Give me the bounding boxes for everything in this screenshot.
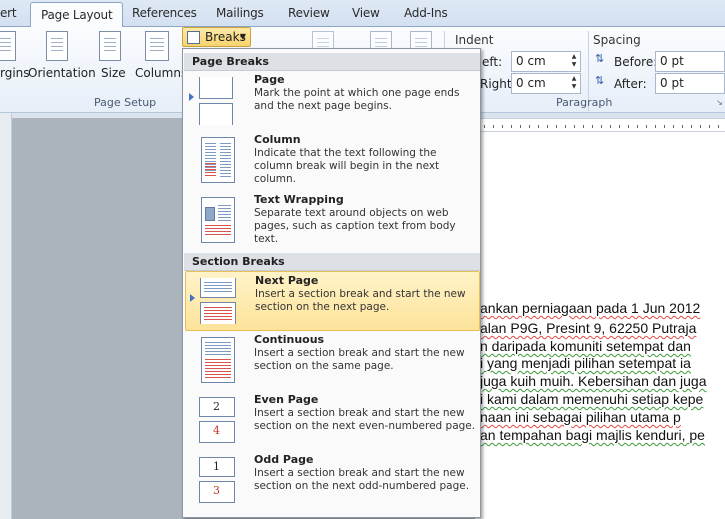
spacing-label: Spacing [593,33,641,47]
indent-left-value: 0 cm [516,54,546,68]
breaks-button[interactable]: Breaks ▼ [182,27,251,47]
menu-item-description: Insert a section break and start the new… [255,288,466,313]
arrow-icon [190,294,195,302]
menu-item-description: Separate text around objects on web page… [254,207,456,245]
tab-view[interactable]: View [352,6,380,20]
menu-item-title: Continuous [254,333,325,346]
menu-item-description: Insert a section break and start the new… [254,347,465,372]
menu-item-column-break[interactable]: Column Indicate that the text following … [185,131,480,191]
spinner-icon[interactable]: ▲ ▼ [569,75,579,91]
breaks-icon [187,31,200,44]
document-text-line: naan ini sebagai pilihan utama p [480,409,681,425]
even-page-icon: 2 4 [197,397,237,443]
vertical-ruler[interactable] [0,113,12,519]
menu-item-continuous[interactable]: Continuous Insert a section break and st… [185,331,480,391]
spinner-icon[interactable]: ▲ ▼ [569,53,579,69]
menu-item-odd-page[interactable]: 1 3 Odd Page Insert a section break and … [185,451,480,511]
tab-page-layout[interactable]: Page Layout [30,2,124,28]
tab-insert[interactable]: ert [0,6,17,20]
size-icon [99,31,121,61]
page-number-label: 2 [213,400,220,413]
document-text-line: an tempahan bagi majlis kenduri, pe [480,427,705,443]
size-button[interactable]: Size [101,66,126,80]
menu-item-title: Page [254,73,285,86]
spacing-after-value: 0 pt [660,76,684,90]
menu-item-description: Indicate that the text following the col… [254,147,440,185]
breaks-dropdown-menu: Page Breaks Page Mark the point at which… [182,48,481,518]
document-text-line: juga kuih muih. Kebersihan dan juga [480,373,707,389]
document-text-line: ankan perniagaan pada 1 Jun 2012 [480,300,701,316]
spacing-after-label: After: [614,77,647,91]
menu-item-title: Odd Page [254,453,314,466]
document-text-line: n daripada komuniti setempat dan [480,338,691,354]
document-text-line: i yang menjadi pilihan setempat ia [480,355,691,371]
menu-item-title: Next Page [255,274,319,287]
spacing-before-value: 0 pt [660,54,684,68]
menu-item-text-wrapping-break[interactable]: Text Wrapping Separate text around objec… [185,191,480,251]
page-number-label: 1 [213,460,220,473]
document-text-line: i kami dalam memenuhi setiap kepe [480,391,704,407]
menu-item-even-page[interactable]: 2 4 Even Page Insert a section break and… [185,391,480,451]
spacing-after-icon: ⇅ [595,74,605,87]
spacing-before-label: Before: [614,55,658,69]
indent-left-label: eft: [482,55,503,69]
indent-label: Indent [455,33,494,47]
dialog-launcher-icon[interactable]: ↘ [716,98,723,107]
menu-item-description: Mark the point at which one page ends an… [254,87,460,112]
tab-review[interactable]: Review [288,6,330,20]
page-number-label: 4 [213,424,220,437]
indent-left-field[interactable]: 0 cm ▲ ▼ [511,51,581,72]
ribbon-tab-bar: ert Page Layout References Mailings Revi… [0,0,725,28]
margins-button[interactable]: rgins [0,66,30,80]
menu-item-page-break[interactable]: Page Mark the point at which one page en… [185,71,480,131]
odd-page-icon: 1 3 [197,457,237,503]
tab-add-ins[interactable]: Add-Ins [404,6,448,20]
section-breaks-header: Section Breaks [184,253,480,271]
spacing-after-field[interactable]: 0 pt [655,73,725,94]
orientation-button[interactable]: Orientation [28,66,96,80]
continuous-icon [197,337,237,383]
chevron-down-icon: ▼ [239,32,246,41]
horizontal-ruler[interactable] [475,118,725,132]
menu-item-description: Insert a section break and start the new… [254,407,476,432]
menu-item-description: Insert a section break and start the new… [254,467,470,492]
document-text-line: alan P9G, Presint 9, 62250 Putraja [480,320,697,336]
menu-item-title: Even Page [254,393,319,406]
spacing-before-icon: ⇅ [595,52,605,65]
menu-item-next-page[interactable]: Next Page Insert a section break and sta… [185,271,480,331]
menu-item-title: Column [254,133,301,146]
page-breaks-header: Page Breaks [184,53,480,71]
spacing-before-field[interactable]: 0 pt [655,51,725,72]
tab-mailings[interactable]: Mailings [216,6,264,20]
columns-button[interactable]: Columns [135,66,187,80]
text-wrapping-icon [197,197,237,243]
paragraph-group-label: Paragraph [556,96,613,109]
tab-references[interactable]: References [132,6,197,20]
page-break-icon [197,77,237,125]
indent-right-value: 0 cm [516,76,546,90]
menu-item-title: Text Wrapping [254,193,344,206]
column-break-icon [197,137,237,183]
page-setup-group-label: Page Setup [94,96,157,109]
next-page-icon [198,278,238,324]
margins-icon [0,31,16,61]
columns-icon [145,31,169,61]
orientation-icon [46,31,68,61]
page-number-label: 3 [213,484,220,497]
indent-right-field[interactable]: 0 cm ▲ ▼ [511,73,581,94]
arrow-icon [189,93,194,101]
